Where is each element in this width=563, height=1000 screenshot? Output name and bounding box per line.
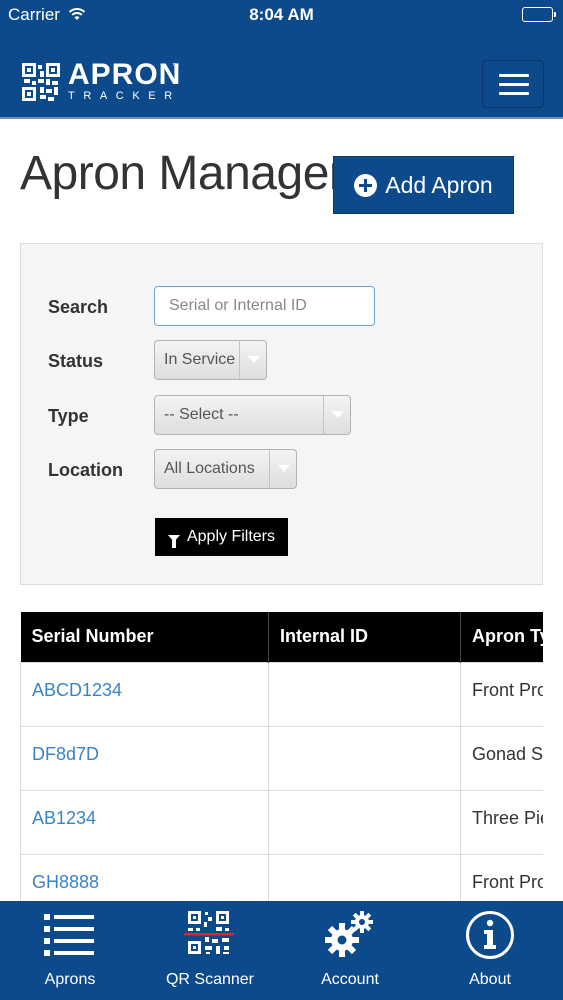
aprons-table-container[interactable]: Serial Number Internal ID Apron Ty ABCD1… [20,612,543,902]
chevron-down-icon [323,396,350,434]
qr-code-icon [184,911,234,954]
type-select-value: -- Select -- [164,406,239,423]
info-icon [466,911,514,959]
column-header-apron-type[interactable]: Apron Ty [460,612,543,662]
page-title: Apron Manager [20,147,345,200]
table-row[interactable]: ABCD1234 Front Pro [20,661,543,727]
internal-id-cell [268,789,461,855]
apron-type-cell: Front Pro [460,853,543,902]
tab-aprons-label: Aprons [44,971,96,988]
internal-id-cell [268,853,461,902]
filters-panel: Search Status In Service Type -- Select … [20,243,543,585]
plus-circle-icon [354,173,378,197]
status-select[interactable]: In Service [154,340,267,380]
status-time: 8:04 AM [249,5,314,24]
tab-aprons[interactable]: Aprons [0,901,140,1000]
filter-icon [167,534,180,548]
tab-qr-scanner[interactable]: QR Scanner [140,901,280,1000]
status-select-value: In Service [164,351,236,368]
chevron-down-icon [269,450,296,488]
location-select[interactable]: All Locations [154,449,297,489]
tab-about-label: About [469,971,511,988]
serial-link[interactable]: DF8d7D [20,725,269,791]
hamburger-icon [499,74,529,77]
search-input[interactable] [154,286,375,326]
status-bar: Carrier 8:04 AM [0,0,563,30]
table-header-row: Serial Number Internal ID Apron Ty [20,612,543,662]
brand-name: APRON [68,58,182,91]
location-select-value: All Locations [164,460,255,477]
internal-id-cell [268,725,461,791]
serial-link[interactable]: GH8888 [20,853,269,902]
add-apron-label: Add Apron [385,171,493,198]
chevron-down-icon [239,341,266,379]
apron-type-cell: Gonad Sh [460,725,543,791]
tab-account-label: Account [321,971,379,988]
serial-link[interactable]: AB1234 [20,789,269,855]
add-apron-button[interactable]: Add Apron [333,156,514,214]
qr-logo-icon [22,63,60,101]
location-label: Location [48,460,123,480]
brand-tagline: TRACKER [68,90,181,102]
aprons-table: Serial Number Internal ID Apron Ty ABCD1… [20,612,543,902]
battery-icon [522,7,556,22]
type-select[interactable]: -- Select -- [154,395,351,435]
column-header-internal-id[interactable]: Internal ID [268,612,461,662]
tab-account[interactable]: Account [280,901,420,1000]
app-header: APRON ™ TRACKER [0,30,563,119]
table-row[interactable]: GH8888 Front Pro [20,853,543,902]
status-label: Status [48,351,104,371]
table-row[interactable]: DF8d7D Gonad Sh [20,725,543,791]
brand-trademark: ™ [172,63,179,70]
tab-about[interactable]: About [420,901,560,1000]
internal-id-cell [268,661,461,727]
search-label: Search [48,297,109,317]
serial-link[interactable]: ABCD1234 [20,661,269,727]
gears-icon [325,911,373,957]
bottom-tab-bar: Aprons QR Scanner Account About [0,901,563,1000]
apron-type-cell: Front Pro [460,661,543,727]
apply-filters-label: Apply Filters [186,528,276,545]
table-row[interactable]: AB1234 Three Pie [20,789,543,855]
list-icon [44,914,94,956]
tab-qr-scanner-label: QR Scanner [165,971,255,988]
apron-type-cell: Three Pie [460,789,543,855]
column-header-serial[interactable]: Serial Number [20,612,269,662]
apply-filters-button[interactable]: Apply Filters [155,518,288,556]
type-label: Type [48,406,89,426]
hamburger-menu-button[interactable] [482,60,544,108]
